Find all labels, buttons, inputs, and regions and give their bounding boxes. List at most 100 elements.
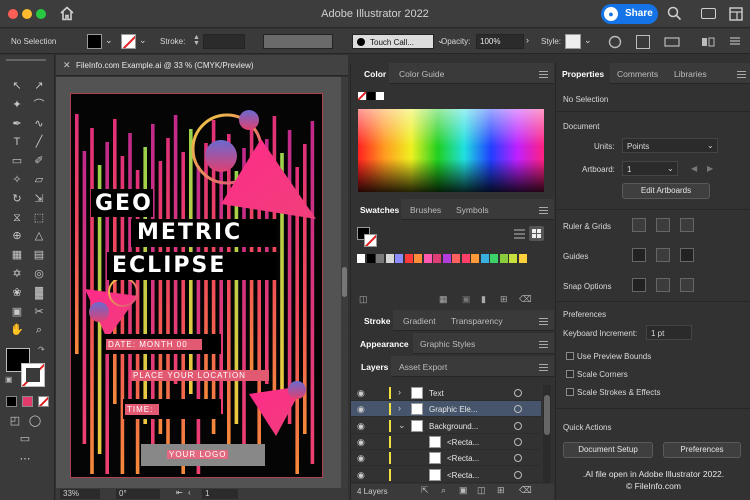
tab-libraries[interactable]: Libraries — [674, 69, 707, 79]
show-grid-icon[interactable] — [656, 218, 670, 232]
delete-swatch-icon[interactable]: ⌫ — [519, 294, 532, 305]
layer-name[interactable]: <Recta... — [447, 438, 479, 447]
swatch[interactable] — [499, 254, 508, 263]
rotation-field[interactable]: 0° — [116, 489, 160, 499]
swatch-options-icon[interactable]: ▣ — [462, 294, 471, 305]
align-to-icon[interactable] — [636, 35, 650, 49]
preferences-button[interactable]: Preferences — [663, 442, 741, 458]
pen-tool-icon[interactable]: ✒ — [10, 118, 24, 131]
chevron-right-icon[interactable]: › — [398, 387, 401, 397]
smart-guides-icon[interactable] — [680, 248, 694, 262]
shape-builder-tool-icon[interactable]: ⊕ — [10, 230, 24, 243]
tab-layers[interactable]: Layers — [361, 362, 388, 372]
swatch[interactable] — [423, 254, 432, 263]
layer-target-icon[interactable] — [514, 389, 522, 397]
layer-row[interactable]: ◉ › Text — [351, 385, 541, 401]
swatch[interactable] — [480, 254, 489, 263]
magic-wand-tool-icon[interactable]: ✦ — [10, 99, 24, 112]
swatch[interactable] — [376, 254, 384, 263]
perspective-grid-tool-icon[interactable]: △ — [32, 230, 46, 243]
layer-target-icon[interactable] — [514, 437, 522, 446]
panel-menu-icon[interactable] — [539, 364, 548, 371]
artboard-tool-icon[interactable]: ▣ — [10, 306, 24, 319]
swatch[interactable] — [404, 254, 413, 263]
swatch[interactable] — [461, 254, 470, 263]
swatch[interactable] — [385, 254, 394, 263]
eyedropper-tool-icon[interactable]: ✡ — [10, 268, 24, 281]
locate-object-icon[interactable]: ⌕ — [441, 485, 446, 496]
close-tab-icon[interactable]: ✕ — [63, 60, 71, 71]
mesh-tool-icon[interactable]: ▦ — [10, 249, 24, 262]
next-artboard-icon[interactable]: ▶ — [707, 164, 713, 173]
new-sublayer-icon[interactable]: ◫ — [477, 485, 486, 496]
swatch[interactable] — [366, 254, 375, 263]
white-color-chip[interactable] — [376, 92, 384, 100]
swatch[interactable] — [471, 254, 479, 263]
panel-menu-icon[interactable] — [737, 71, 746, 78]
swatch[interactable] — [395, 254, 403, 263]
chevron-down-icon[interactable]: ⌄ — [139, 35, 147, 46]
rectangle-tool-icon[interactable]: ▭ — [10, 155, 24, 168]
black-color-chip[interactable] — [367, 92, 375, 100]
lock-guides-icon[interactable] — [656, 248, 670, 262]
recolor-artwork-icon[interactable] — [608, 35, 622, 51]
chevron-down-icon[interactable]: ⌄ — [398, 420, 406, 431]
layer-name[interactable]: Text — [429, 389, 444, 398]
edit-artboards-button[interactable]: Edit Artboards — [622, 183, 710, 199]
tab-graphic-styles[interactable]: Graphic Styles — [420, 339, 475, 349]
tab-stroke[interactable]: Stroke — [364, 316, 390, 326]
fill-color-swatch[interactable] — [87, 34, 102, 49]
chevron-down-icon[interactable]: ⌄ — [105, 35, 113, 46]
swatch[interactable] — [357, 254, 365, 263]
snap-to-grid-icon[interactable] — [680, 278, 694, 292]
column-graph-tool-icon[interactable]: ▓ — [32, 287, 46, 300]
gradient-mode-icon[interactable] — [22, 396, 33, 407]
none-mode-icon[interactable] — [38, 396, 49, 407]
artboard-dropdown[interactable]: 1 ⌄ — [622, 161, 678, 176]
zoom-tool-icon[interactable]: ⌕ — [32, 324, 46, 337]
document-tab[interactable]: ✕ FileInfo.com Example.ai @ 33 % (CMYK/P… — [56, 55, 348, 76]
layer-target-icon[interactable] — [514, 421, 522, 430]
visibility-eye-icon[interactable]: ◉ — [357, 388, 365, 399]
rotate-tool-icon[interactable]: ↻ — [10, 193, 24, 206]
show-guides-icon[interactable] — [632, 248, 646, 262]
swatch[interactable] — [433, 254, 441, 263]
panel-menu-icon[interactable] — [539, 341, 548, 348]
toolbar-grip[interactable] — [6, 59, 46, 61]
tab-appearance[interactable]: Appearance — [360, 339, 409, 349]
chevron-down-icon[interactable]: ⌄ — [584, 35, 592, 46]
tab-properties[interactable]: Properties — [562, 69, 604, 79]
new-layer-icon[interactable]: ⊞ — [497, 485, 505, 496]
lasso-tool-icon[interactable]: ⌒ — [32, 99, 46, 112]
workspace-switcher-icon[interactable] — [729, 7, 743, 23]
isolate-object-icon[interactable] — [701, 37, 715, 49]
panel-menu-icon[interactable] — [539, 207, 548, 214]
tab-color[interactable]: Color — [364, 69, 386, 79]
previous-artboard-icon[interactable]: ‹ — [188, 488, 191, 497]
opacity-label[interactable]: Opacity: — [441, 37, 470, 46]
swatch[interactable] — [509, 254, 517, 263]
none-color-icon[interactable] — [358, 92, 366, 100]
tab-color-guide[interactable]: Color Guide — [399, 69, 444, 79]
layer-name[interactable]: Background... — [429, 422, 478, 431]
shaper-tool-icon[interactable]: ✧ — [10, 174, 24, 187]
default-colors-icon[interactable]: ▣ — [5, 375, 13, 384]
graphic-style-swatch[interactable] — [565, 34, 581, 49]
scale-strokes-checkbox[interactable] — [566, 388, 574, 396]
curvature-tool-icon[interactable]: ∿ — [32, 118, 46, 131]
hand-tool-icon[interactable]: ✋ — [10, 324, 24, 337]
stroke-indicator[interactable] — [21, 363, 45, 387]
layer-row[interactable]: ◉ <Recta... — [351, 450, 541, 467]
visibility-eye-icon[interactable]: ◉ — [357, 437, 365, 448]
layer-row[interactable]: ◉ › Graphic Ele... — [351, 401, 541, 418]
transform-icon[interactable] — [664, 35, 680, 51]
tab-asset-export[interactable]: Asset Export — [399, 362, 447, 372]
color-spectrum[interactable] — [358, 109, 544, 192]
stroke-weight-input[interactable] — [203, 34, 245, 49]
swatch[interactable] — [518, 254, 527, 263]
swap-colors-icon[interactable]: ↷ — [38, 345, 45, 354]
transparency-grid-icon[interactable] — [680, 218, 694, 232]
collect-export-icon[interactable]: ⇱ — [421, 485, 429, 496]
artboard[interactable]: GEO METRIC ECLIPSE DATE: MONTH 00 PLACE … — [70, 93, 323, 478]
swatch[interactable] — [414, 254, 422, 263]
